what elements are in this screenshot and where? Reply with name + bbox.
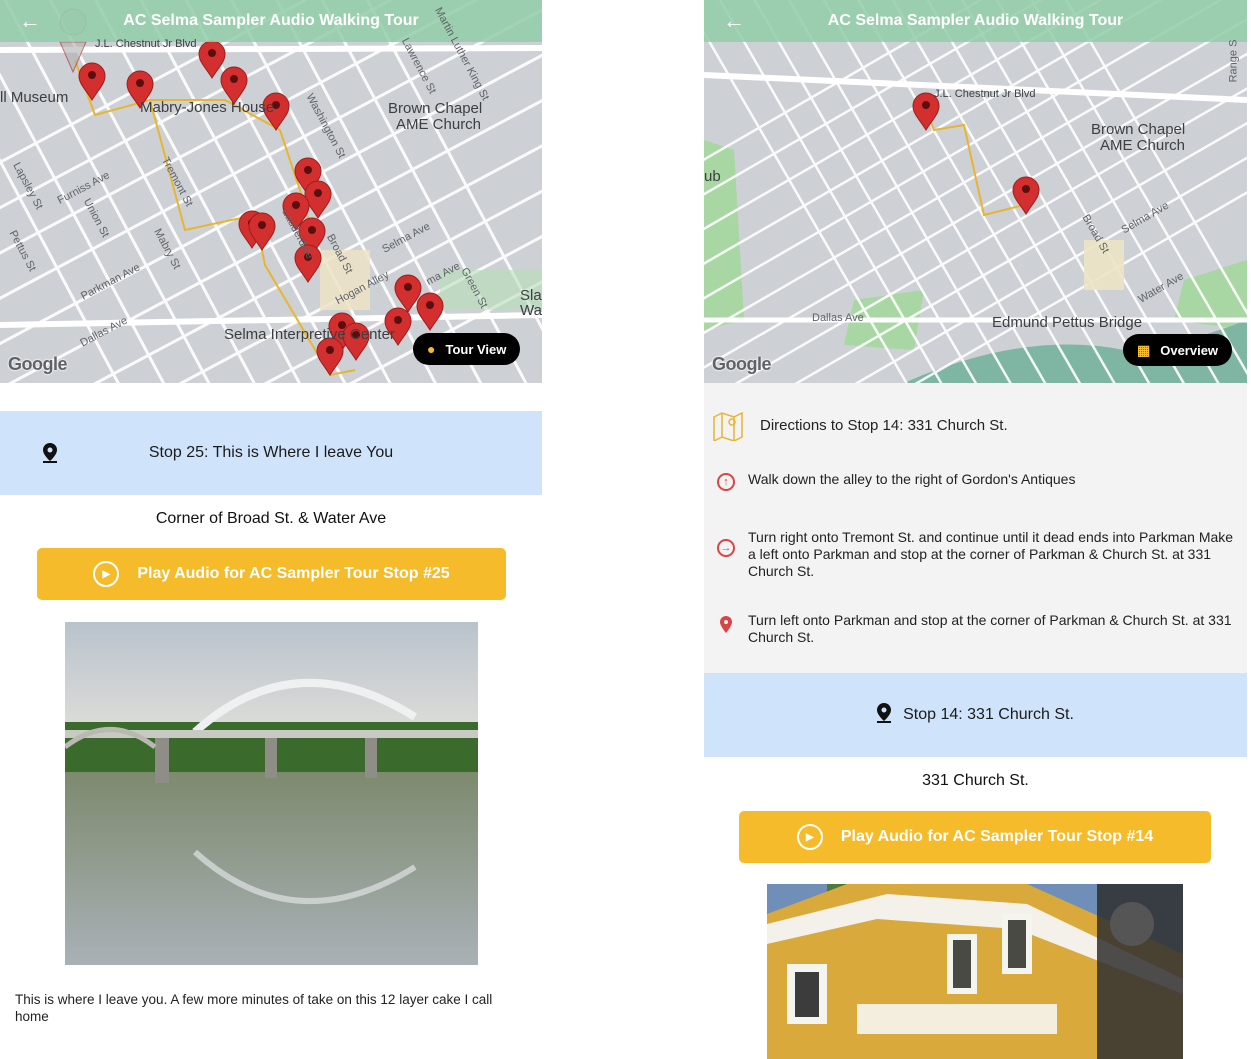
directions-panel: Directions to Stop 14: 331 Church St. ↑ … xyxy=(704,383,1247,673)
app-bar: ← AC Selma Sampler Audio Walking Tour xyxy=(704,0,1247,42)
stop-description: This is where I leave you. A few more mi… xyxy=(15,992,493,1024)
direction-step-2: → Turn right onto Tremont St. and contin… xyxy=(704,529,1247,580)
map-label-slave-2: Wa xyxy=(520,302,542,319)
stop-photo xyxy=(65,622,478,965)
map-label-dallas: Dallas Ave xyxy=(812,312,864,324)
overview-label: Overview xyxy=(1160,342,1219,358)
folded-map-icon xyxy=(704,411,752,441)
direction-text: Turn right onto Tremont St. and continue… xyxy=(748,529,1234,579)
app-title: AC Selma Sampler Audio Walking Tour xyxy=(827,12,1124,29)
map-label-street: J.L. Chestnut Jr Blvd xyxy=(95,38,197,50)
direction-step-3: Turn left onto Parkman and stop at the c… xyxy=(704,612,1247,646)
map-icon: ▦ xyxy=(1137,341,1151,358)
play-audio-button[interactable]: ▶ Play Audio for AC Sampler Tour Stop #2… xyxy=(37,548,506,600)
right-screen: ← AC Selma Sampler Audio Walking Tour J.… xyxy=(704,0,1247,1059)
overview-button[interactable]: ▦ Overview xyxy=(1123,334,1233,366)
google-logo: Google xyxy=(712,354,772,374)
play-circle-icon: ▶ xyxy=(796,824,823,850)
arrow-left-icon[interactable]: ← xyxy=(704,8,764,34)
map-label-brown-chapel: Brown Chapel xyxy=(388,100,483,117)
stop-address: Corner of Broad St. & Water Ave xyxy=(155,510,387,527)
map-marker-icon xyxy=(877,702,892,728)
map-label-ub: ub xyxy=(704,168,721,185)
map-canvas[interactable] xyxy=(704,0,1247,383)
tour-view-button[interactable]: ● Tour View xyxy=(413,333,521,365)
map-label-brown-chapel: Brown Chapel xyxy=(1091,121,1186,138)
direction-text: Turn left onto Parkman and stop at the c… xyxy=(748,612,1232,645)
map-marker-icon xyxy=(0,443,100,463)
direction-text: Walk down the alley to the right of Gord… xyxy=(748,471,1076,487)
stop-title: Stop 25: This is Where I leave You xyxy=(148,444,394,461)
directions-header-label: Directions to Stop 14: 331 Church St. xyxy=(760,417,1008,434)
directions-header: Directions to Stop 14: 331 Church St. xyxy=(704,411,1247,441)
arrow-up-circle-icon: ↑ xyxy=(717,473,735,491)
map-label-museum: ll Museum xyxy=(0,89,69,106)
left-screen: ← AC Selma Sampler Audio Walking Tour J.… xyxy=(0,0,542,1059)
play-audio-label: Play Audio for AC Sampler Tour Stop #14 xyxy=(840,828,1154,845)
direction-step-1: ↑ Walk down the alley to the right of Go… xyxy=(704,471,1247,491)
map-label-bridge: Edmund Pettus Bridge xyxy=(992,314,1143,331)
app-title: AC Selma Sampler Audio Walking Tour xyxy=(123,12,419,29)
map-label-interpretive: Selma Interpretive Center xyxy=(224,326,395,343)
arrow-right-circle-icon: → xyxy=(717,539,735,557)
stop-photo xyxy=(767,884,1183,1059)
arrow-left-icon[interactable]: ← xyxy=(0,8,60,34)
map-marker-icon: ● xyxy=(427,341,436,357)
stop-header: Stop 25: This is Where I leave You xyxy=(0,411,542,495)
map-label-ame: AME Church xyxy=(1100,137,1186,154)
map-label-ame: AME Church xyxy=(396,116,482,133)
stop-address: 331 Church St. xyxy=(922,772,1029,789)
tour-view-label: Tour View xyxy=(445,341,507,357)
tour-map[interactable]: ← AC Selma Sampler Audio Walking Tour J.… xyxy=(704,0,1247,383)
stop-title: Stop 14: 331 Church St. xyxy=(903,706,1074,723)
stop-header: Stop 14: 331 Church St. xyxy=(704,673,1247,757)
map-label-range: Range S xyxy=(1227,39,1240,83)
play-audio-label: Play Audio for AC Sampler Tour Stop #25 xyxy=(137,565,450,582)
play-circle-icon: ▶ xyxy=(93,561,120,587)
app-bar: ← AC Selma Sampler Audio Walking Tour xyxy=(0,0,542,42)
google-logo: Google xyxy=(8,354,68,374)
tour-map[interactable]: ← AC Selma Sampler Audio Walking Tour J.… xyxy=(0,0,542,383)
map-marker-icon xyxy=(720,616,732,633)
play-audio-button[interactable]: ▶ Play Audio for AC Sampler Tour Stop #1… xyxy=(739,811,1211,863)
map-label-street: J.L. Chestnut Jr Blvd xyxy=(934,88,1036,100)
map-label-mabry: Mabry-Jones House xyxy=(140,99,275,116)
